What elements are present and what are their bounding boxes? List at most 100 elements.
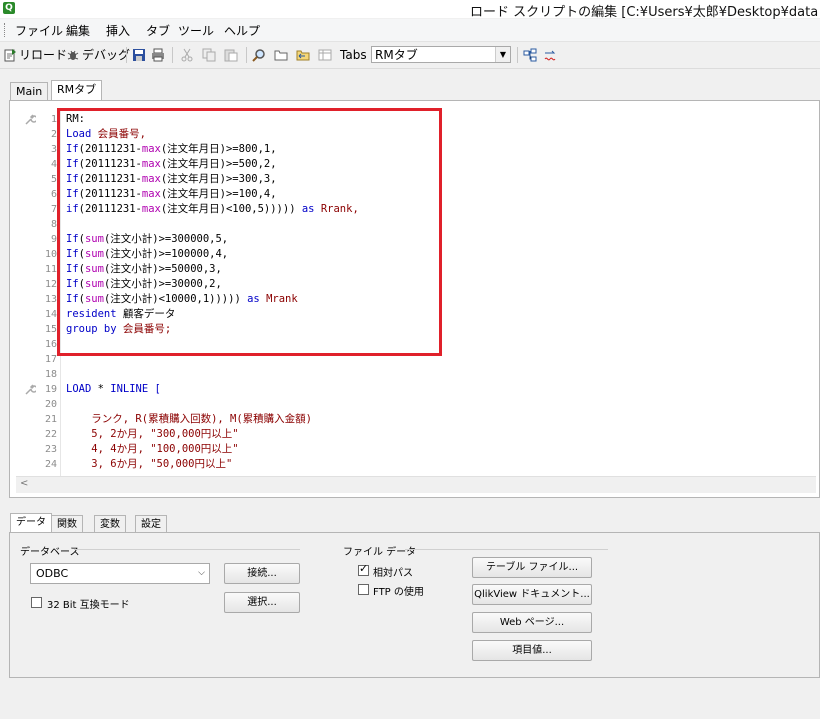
wrench-icon	[25, 114, 36, 125]
relative-path-checkbox[interactable]: ✓	[358, 562, 369, 576]
line-number: 12	[44, 279, 57, 290]
code-token: INLINE	[110, 383, 149, 395]
line-number: 8	[50, 219, 57, 230]
tab-main[interactable]: Main	[10, 82, 49, 101]
line-number: 17	[44, 354, 57, 365]
debug-label: デバッグ	[82, 48, 131, 62]
horizontal-scrollbar[interactable]	[16, 476, 816, 493]
line-number: 13	[44, 294, 57, 305]
tab-rm[interactable]: RMタブ	[51, 80, 103, 102]
line-number: 3	[50, 144, 57, 155]
qlikview-document-button[interactable]: QlikView ドキュメント...	[472, 584, 592, 605]
line-number: 5	[50, 174, 57, 185]
line-number: 24	[44, 459, 57, 470]
line-number: 16	[44, 339, 57, 350]
debug-icon	[67, 50, 79, 60]
line-number: 2	[50, 129, 57, 140]
find-button[interactable]	[252, 46, 268, 64]
line-number: 7	[50, 204, 57, 215]
line-number: 20	[44, 399, 57, 410]
highlight-box	[57, 108, 442, 356]
line-number: 19	[44, 384, 57, 395]
menu-tab[interactable]: タブ	[146, 22, 170, 39]
scroll-left-icon[interactable]: <	[20, 478, 28, 489]
web-page-button[interactable]: Web ページ...	[472, 612, 592, 633]
copy-icon	[202, 48, 216, 62]
find-icon	[252, 49, 265, 62]
compat-mode-checkbox[interactable]	[31, 597, 42, 608]
check-mark-icon: ✓	[359, 562, 369, 575]
relative-path-label: 相対パス	[373, 568, 413, 579]
toolbar-separator	[517, 47, 518, 63]
line-number: 14	[44, 309, 57, 320]
open-folder-icon	[274, 50, 288, 61]
code-line[interactable]: 3, 6か月, "50,000円以上"	[66, 457, 232, 472]
print-button[interactable]	[151, 46, 167, 64]
code-token: ランク, R(累積購入回数), M(累積購入金額)	[66, 413, 313, 425]
paste-icon	[224, 49, 238, 62]
code-token: 3, 6か月, "50,000円以上"	[66, 458, 233, 470]
menu-grip-handle[interactable]	[4, 23, 7, 37]
save-button[interactable]	[132, 46, 148, 64]
back-folder-button[interactable]	[296, 46, 312, 64]
reload-button[interactable]: リロード	[3, 46, 67, 64]
open-folder-button[interactable]	[274, 46, 290, 64]
field-value-button[interactable]: 項目値...	[472, 640, 592, 661]
toolbar-separator	[126, 47, 127, 63]
save-icon	[133, 49, 145, 61]
code-token: 5, 2か月, "300,000円以上"	[66, 428, 239, 440]
tab-data[interactable]: データ	[10, 513, 52, 534]
paste-button[interactable]	[224, 46, 240, 64]
connect-button[interactable]: 接続...	[224, 563, 300, 584]
line-number: 22	[44, 429, 57, 440]
copy-button[interactable]	[202, 46, 218, 64]
line-number: 1	[50, 114, 57, 125]
tab-select-value: RMタブ	[375, 48, 418, 62]
menu-help[interactable]: ヘルプ	[224, 22, 260, 39]
line-number: 21	[44, 414, 57, 425]
tab-settings[interactable]: 設定	[135, 515, 167, 533]
cut-button[interactable]	[180, 46, 196, 64]
code-line[interactable]: ランク, R(累積購入回数), M(累積購入金額)	[66, 412, 312, 427]
expression-icon	[544, 50, 556, 61]
database-group-label: データベース	[20, 547, 80, 558]
menu-bar: ファイル 編集 挿入 タブ ツール ヘルプ	[0, 19, 820, 42]
expression-button[interactable]	[544, 46, 560, 64]
line-number: 15	[44, 324, 57, 335]
line-number: 4	[50, 159, 57, 170]
debug-button[interactable]: デバッグ	[66, 46, 130, 64]
code-line[interactable]: 5, 2か月, "300,000円以上"	[66, 427, 239, 442]
wrench-icon	[25, 384, 36, 395]
line-number: 18	[44, 369, 57, 380]
cut-icon	[181, 48, 193, 62]
chevron-down-icon: ⌵	[198, 568, 205, 578]
tab-functions[interactable]: 関数	[51, 515, 83, 533]
back-folder-icon	[296, 50, 310, 61]
menu-insert[interactable]: 挿入	[106, 22, 130, 39]
tab-variables[interactable]: 変数	[94, 515, 126, 533]
compat-mode-label: 32 Bit 互換モード	[47, 600, 130, 611]
table-file-button[interactable]: テーブル ファイル...	[472, 557, 592, 578]
toolbar-separator	[246, 47, 247, 63]
line-number: 10	[44, 249, 57, 260]
promote-tab-button[interactable]	[523, 46, 539, 64]
code-token: LOAD	[66, 383, 92, 395]
print-icon	[152, 48, 164, 62]
database-select[interactable]: ODBC ⌵	[30, 563, 210, 584]
ftp-checkbox[interactable]	[358, 584, 369, 595]
menu-edit[interactable]: 編集	[66, 22, 90, 39]
table-button[interactable]	[318, 46, 334, 64]
dropdown-arrow-icon[interactable]: ▼	[495, 47, 510, 62]
promote-tab-icon	[523, 48, 537, 62]
reload-label: リロード	[19, 48, 68, 62]
tab-select-dropdown[interactable]: RMタブ ▼	[371, 46, 511, 63]
tabs-label: Tabs	[340, 48, 367, 62]
select-button[interactable]: 選択...	[224, 592, 300, 613]
code-token: *	[91, 383, 111, 395]
code-line[interactable]: 4, 4か月, "100,000円以上"	[66, 442, 238, 457]
menu-file[interactable]: ファイル	[15, 22, 63, 39]
code-line[interactable]: LOAD * INLINE [	[66, 382, 161, 397]
menu-tools[interactable]: ツール	[178, 22, 214, 39]
database-select-value: ODBC	[36, 567, 69, 580]
code-token: [	[148, 383, 161, 395]
